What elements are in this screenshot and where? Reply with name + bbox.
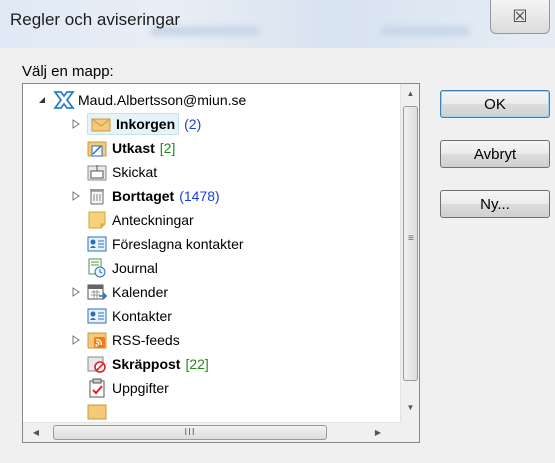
close-button[interactable]: ☒ xyxy=(490,0,550,34)
tree-item-foreslagna-kontakter[interactable]: Föreslagna kontakter xyxy=(87,232,244,256)
tree-item-inkorgen[interactable]: Inkorgen (2) xyxy=(69,112,201,136)
sent-icon xyxy=(87,162,107,182)
scroll-right-icon[interactable]: ▶ xyxy=(369,423,387,442)
new-folder-button[interactable]: Ny... xyxy=(440,190,550,218)
tree-item-kalender[interactable]: Kalender xyxy=(69,280,168,304)
tree-item-kontakter[interactable]: Kontakter xyxy=(87,304,172,328)
cancel-button[interactable]: Avbryt xyxy=(440,140,550,168)
vertical-scrollbar[interactable]: ▲ ≡ ▼ xyxy=(400,84,419,424)
collapse-arrow-icon[interactable] xyxy=(35,93,49,107)
folder-tree[interactable]: Maud.Albertsson@miun.se Inkorgen (2) Utk… xyxy=(22,83,420,443)
horizontal-scrollbar[interactable]: ◀ III ▶ xyxy=(23,422,401,442)
tree-item-partial xyxy=(87,400,112,424)
item-label: Inkorgen xyxy=(116,116,176,132)
rss-icon xyxy=(87,330,107,350)
scroll-down-icon[interactable]: ▼ xyxy=(401,398,419,416)
folder-icon xyxy=(87,402,107,422)
folder-tree-list: Maud.Albertsson@miun.se Inkorgen (2) Utk… xyxy=(23,84,401,424)
contacts-icon xyxy=(87,306,107,326)
item-label: Utkast xyxy=(112,140,155,156)
tree-item-anteckningar[interactable]: Anteckningar xyxy=(87,208,194,232)
scroll-up-icon[interactable]: ▲ xyxy=(401,84,419,102)
scroll-grip-icon: ≡ xyxy=(408,233,414,244)
tree-item-uppgifter[interactable]: Uppgifter xyxy=(87,376,169,400)
notes-icon xyxy=(87,210,107,230)
tree-item-rss-feeds[interactable]: RSS-feeds xyxy=(69,328,180,352)
item-label: Kontakter xyxy=(112,308,172,324)
ok-button[interactable]: OK xyxy=(440,90,550,118)
expand-arrow-icon[interactable] xyxy=(69,117,83,131)
tree-item-skrappost[interactable]: Skräppost [22] xyxy=(87,352,209,376)
exchange-account-icon xyxy=(53,90,75,110)
unread-count: (1478) xyxy=(179,188,220,204)
item-label: Kalender xyxy=(112,284,169,300)
tasks-icon xyxy=(87,378,107,398)
scrollbar-corner xyxy=(400,422,419,442)
item-label: Föreslagna kontakter xyxy=(112,236,244,252)
rules-dialog-window: Regler och aviseringar ☒ Välj en mapp: M… xyxy=(0,0,555,463)
drafts-icon xyxy=(87,138,107,158)
item-label: RSS-feeds xyxy=(112,332,180,348)
title-bar: Regler och aviseringar ☒ xyxy=(0,0,555,48)
item-label: Anteckningar xyxy=(112,212,194,228)
scroll-left-icon[interactable]: ◀ xyxy=(27,423,45,442)
scroll-grip-icon: III xyxy=(184,427,196,438)
item-count: [22] xyxy=(185,356,209,372)
expand-arrow-icon[interactable] xyxy=(69,333,83,347)
tree-item-journal[interactable]: Journal xyxy=(87,256,158,280)
item-label: Skräppost xyxy=(112,356,181,372)
tree-item-utkast[interactable]: Utkast [2] xyxy=(87,136,175,160)
tree-item-borttaget[interactable]: Borttaget (1478) xyxy=(69,184,220,208)
expand-arrow-icon[interactable] xyxy=(69,285,83,299)
item-label: Journal xyxy=(112,260,158,276)
account-label: Maud.Albertsson@miun.se xyxy=(78,92,247,108)
tree-item-skickat[interactable]: Skickat xyxy=(87,160,157,184)
item-label: Uppgifter xyxy=(112,380,169,396)
calendar-icon xyxy=(87,282,108,302)
selected-item-highlight: Inkorgen xyxy=(87,113,180,135)
folder-label: Välj en mapp: xyxy=(22,63,114,80)
tree-account-node[interactable]: Maud.Albertsson@miun.se xyxy=(35,88,246,112)
vertical-scroll-thumb[interactable]: ≡ xyxy=(403,106,418,381)
item-count: [2] xyxy=(159,140,176,156)
dialog-content: Välj en mapp: Maud.Albertsson@miun.se In… xyxy=(0,48,555,463)
junk-icon xyxy=(87,354,107,374)
suggested-contacts-icon xyxy=(87,234,107,254)
unread-count: (2) xyxy=(184,116,202,132)
deleted-icon xyxy=(87,186,107,206)
close-icon: ☒ xyxy=(512,6,528,26)
item-label: Skickat xyxy=(112,164,158,180)
item-label: Borttaget xyxy=(112,188,175,204)
window-title: Regler och aviseringar xyxy=(10,10,181,29)
expand-arrow-icon[interactable] xyxy=(69,189,83,203)
horizontal-scroll-thumb[interactable]: III xyxy=(53,425,327,440)
journal-icon xyxy=(87,258,107,278)
title-bar-blur xyxy=(380,26,470,36)
inbox-icon xyxy=(91,114,111,134)
